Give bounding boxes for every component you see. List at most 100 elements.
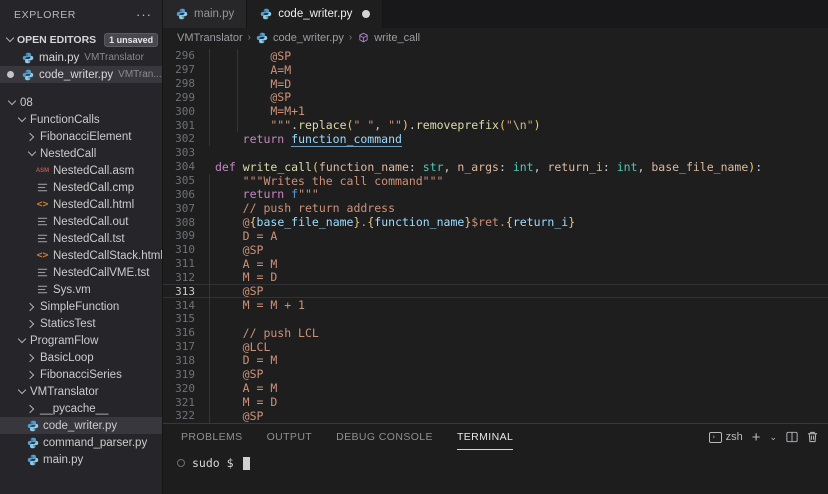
chevron-right-icon	[26, 319, 36, 329]
code-line[interactable]: 308@{base_file_name}.{function_name}$ret…	[163, 215, 828, 229]
explorer-more-actions-icon[interactable]: ···	[136, 11, 152, 19]
tree-folder-08[interactable]: 08	[0, 94, 162, 111]
tree-file-nestedcall-asm[interactable]: ASMNestedCall.asm	[0, 162, 162, 179]
chevron-right-icon	[26, 132, 36, 142]
method-symbol-icon	[357, 31, 370, 44]
code-line[interactable]: 316// push LCL	[163, 326, 828, 340]
code-line[interactable]: 319@SP	[163, 367, 828, 381]
chevron-right-icon	[26, 353, 36, 363]
split-terminal-button[interactable]	[786, 431, 798, 443]
panel-tab-problems[interactable]: PROBLEMS	[181, 424, 243, 450]
code-editor[interactable]: 296@SP297A=M298M=D299@SP300M=M+1301""".r…	[163, 47, 828, 423]
code-token: M = D	[243, 270, 278, 284]
code-token: @SP	[243, 367, 264, 381]
tree-file-nestedcallvme-tst[interactable]: NestedCallVME.tst	[0, 264, 162, 281]
tree-folder-nestedcall[interactable]: NestedCall	[0, 145, 162, 162]
code-line[interactable]: 301""".replace(" ", "").removeprefix("\n…	[163, 118, 828, 132]
code-token: @	[243, 215, 250, 229]
tree-item-label: code_writer.py	[43, 420, 117, 432]
code-line-content: return function_command	[207, 132, 402, 146]
code-line[interactable]: 320A = M	[163, 381, 828, 395]
panel-tabbar: PROBLEMS OUTPUT DEBUG CONSOLE TERMINAL ›zsh +…	[163, 424, 828, 450]
breadcrumb-item[interactable]: VMTranslator	[177, 32, 243, 44]
chevron-down-icon	[16, 336, 26, 346]
code-line[interactable]: 299@SP	[163, 91, 828, 105]
line-number: 304	[163, 160, 207, 173]
line-number: 317	[163, 340, 207, 353]
terminal-dropdown-chevron-icon[interactable]: ⌄	[769, 432, 777, 443]
code-line[interactable]: 315	[163, 312, 828, 326]
code-token: n_args	[457, 160, 499, 174]
code-line[interactable]: 311A = M	[163, 257, 828, 271]
open-editor-item[interactable]: code_writer.pyVMTran...	[0, 66, 162, 83]
kill-terminal-trash-button[interactable]	[807, 431, 818, 443]
code-line[interactable]: 314M = M + 1	[163, 298, 828, 312]
code-token: A = M	[243, 257, 278, 271]
code-token: ,	[637, 160, 651, 174]
code-line-content: """Writes the call command"""	[207, 174, 443, 188]
modified-dot-icon[interactable]	[362, 10, 370, 18]
breadcrumb-item[interactable]: code_writer.py	[256, 31, 344, 44]
code-line-current[interactable]: 313@SP	[163, 284, 828, 298]
unsaved-count-badge: 1 unsaved	[104, 33, 158, 47]
code-line[interactable]: 309D = A	[163, 229, 828, 243]
tree-folder-functioncalls[interactable]: FunctionCalls	[0, 111, 162, 128]
python-file-icon	[26, 436, 39, 449]
code-line[interactable]: 317@LCL	[163, 340, 828, 354]
open-editors-header[interactable]: OPEN EDITORS 1 unsaved	[0, 30, 162, 49]
line-number: 297	[163, 63, 207, 76]
code-line-content: @SP	[207, 49, 291, 63]
code-line[interactable]: 318D = M	[163, 354, 828, 368]
tree-file-command-parser-py[interactable]: command_parser.py	[0, 434, 162, 451]
code-line[interactable]: 321M = D	[163, 395, 828, 409]
tree-folder-basicloop[interactable]: BasicLoop	[0, 349, 162, 366]
editor-tab-code-writer-py[interactable]: code_writer.py	[247, 0, 383, 28]
code-line[interactable]: 305"""Writes the call command"""	[163, 174, 828, 188]
open-editor-item[interactable]: main.pyVMTranslator	[0, 49, 162, 66]
html-file-icon: <>	[36, 249, 49, 262]
python-file-icon	[175, 8, 188, 21]
code-token: replace	[298, 118, 346, 132]
tree-file-nestedcall-tst[interactable]: NestedCall.tst	[0, 230, 162, 247]
tree-file-nestedcall-html[interactable]: <>NestedCall.html	[0, 196, 162, 213]
code-line[interactable]: 300M=M+1	[163, 104, 828, 118]
code-line[interactable]: 322@SP	[163, 409, 828, 423]
code-line[interactable]: 310@SP	[163, 243, 828, 257]
code-token: int	[617, 160, 638, 174]
tree-folder-fibonaccielement[interactable]: FibonacciElement	[0, 128, 162, 145]
panel-tab-debug-console[interactable]: DEBUG CONSOLE	[336, 424, 433, 450]
code-line[interactable]: 302return function_command	[163, 132, 828, 146]
code-line[interactable]: 303	[163, 146, 828, 160]
tree-file-sys-vm[interactable]: Sys.vm	[0, 281, 162, 298]
tree-folder-simplefunction[interactable]: SimpleFunction	[0, 298, 162, 315]
editor-tab-main-py[interactable]: main.py	[163, 0, 247, 28]
tree-folder-fibonacciseries[interactable]: FibonacciSeries	[0, 366, 162, 383]
chevron-down-icon	[26, 149, 36, 159]
code-line[interactable]: 298M=D	[163, 77, 828, 91]
tree-folder-vmtranslator[interactable]: VMTranslator	[0, 383, 162, 400]
shell-selector[interactable]: ›zsh	[709, 431, 743, 443]
code-line[interactable]: 307// push return address	[163, 201, 828, 215]
new-terminal-button[interactable]: +	[752, 429, 761, 446]
tree-file-main-py[interactable]: main.py	[0, 451, 162, 468]
code-token: (	[312, 160, 319, 174]
terminal[interactable]: sudo $	[163, 450, 828, 494]
code-line[interactable]: 304def write_call(function_name: str, n_…	[163, 160, 828, 174]
code-line[interactable]: 312M = D	[163, 271, 828, 285]
tree-file-nestedcallstack-html[interactable]: <>NestedCallStack.html	[0, 247, 162, 264]
tree-file-code-writer-py[interactable]: code_writer.py	[0, 417, 162, 434]
panel-tab-output[interactable]: OUTPUT	[267, 424, 313, 450]
code-line[interactable]: 306return f"""	[163, 187, 828, 201]
tree-folder--pycache-[interactable]: __pycache__	[0, 400, 162, 417]
code-token: M=M+1	[270, 104, 305, 118]
panel-tab-terminal[interactable]: TERMINAL	[457, 424, 513, 450]
tree-file-nestedcall-cmp[interactable]: NestedCall.cmp	[0, 179, 162, 196]
bottom-panel: PROBLEMS OUTPUT DEBUG CONSOLE TERMINAL ›zsh +…	[163, 423, 828, 494]
code-line[interactable]: 296@SP	[163, 49, 828, 63]
tree-folder-staticstest[interactable]: StaticsTest	[0, 315, 162, 332]
code-token: D = M	[243, 353, 278, 367]
tree-file-nestedcall-out[interactable]: NestedCall.out	[0, 213, 162, 230]
breadcrumb-item[interactable]: write_call	[357, 31, 420, 44]
tree-folder-programflow[interactable]: ProgramFlow	[0, 332, 162, 349]
code-line[interactable]: 297A=M	[163, 63, 828, 77]
